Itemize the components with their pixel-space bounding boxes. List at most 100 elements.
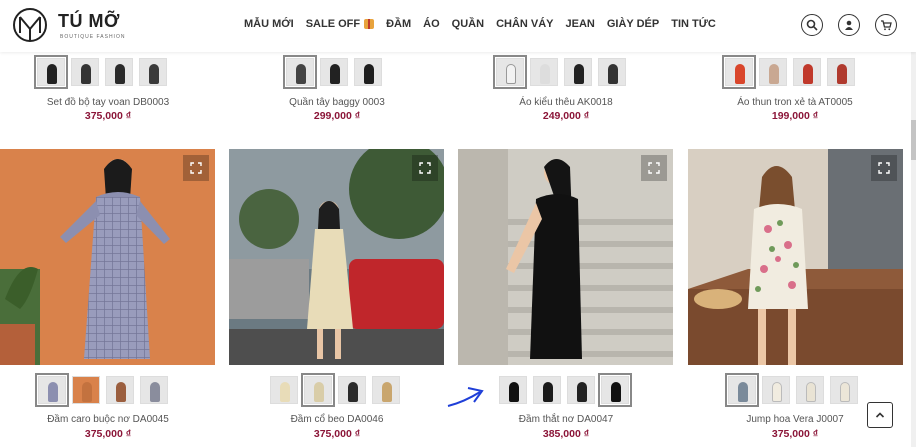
swatch[interactable]	[725, 373, 759, 407]
brand-tagline: BOUTIQUE FASHION	[60, 34, 126, 40]
product-price: 375,000 ₫	[84, 428, 132, 440]
chevron-up-icon	[875, 412, 885, 418]
swatch[interactable]	[105, 58, 133, 86]
swatch[interactable]	[530, 58, 558, 86]
color-swatches	[725, 373, 858, 407]
swatch[interactable]	[72, 376, 100, 404]
nav-label: MẪU MỚI	[244, 18, 294, 30]
swatch[interactable]	[270, 376, 298, 404]
nav-item-quan[interactable]: QUẦN	[452, 18, 484, 30]
brand-logo[interactable]	[12, 5, 48, 45]
nav-label: SALE OFF	[305, 18, 361, 30]
nav-item-mau-moi[interactable]: MẪU MỚI	[244, 18, 294, 30]
swatch[interactable]	[338, 376, 366, 404]
swatch[interactable]	[722, 55, 756, 89]
product-name[interactable]: Đầm cổ beo DA0046	[237, 414, 437, 425]
product-image[interactable]	[229, 149, 444, 365]
cart-icon	[881, 20, 892, 31]
swatch[interactable]	[140, 376, 168, 404]
product-name[interactable]: Đầm thắt nơ DA0047	[466, 414, 666, 425]
swatch[interactable]	[759, 58, 787, 86]
nav-label: ÁO	[423, 18, 440, 30]
user-icon	[845, 20, 853, 30]
swatch[interactable]	[493, 55, 527, 89]
back-to-top-button[interactable]	[867, 402, 893, 428]
swatch[interactable]	[139, 58, 167, 86]
gift-icon	[364, 19, 375, 29]
color-swatches	[283, 55, 382, 89]
swatch[interactable]	[34, 55, 68, 89]
nav-item-jean[interactable]: JEAN	[566, 18, 595, 30]
swatch[interactable]	[283, 55, 317, 89]
nav-label: TIN TỨC	[671, 18, 716, 30]
swatch[interactable]	[567, 376, 595, 404]
expand-button[interactable]	[412, 155, 438, 181]
product-name[interactable]: Jump hoa Vera J0007	[695, 414, 895, 425]
nav-item-giay-dep[interactable]: GIÀY DÉP	[607, 18, 659, 30]
color-swatches	[34, 55, 167, 89]
nav-label: GIÀY DÉP	[606, 18, 660, 30]
swatch[interactable]	[372, 376, 400, 404]
product-image[interactable]	[688, 149, 903, 365]
product-photo	[229, 149, 444, 365]
nav-item-sale-off[interactable]: SALE OFF	[305, 18, 375, 30]
product-name[interactable]: Áo thun tron xẻ tà AT0005	[695, 97, 895, 108]
swatch[interactable]	[796, 376, 824, 404]
swatch[interactable]	[564, 58, 592, 86]
expand-icon	[190, 162, 202, 174]
color-swatches	[722, 55, 855, 89]
main-nav: MẪU MỚI SALE OFF ĐẦM ÁO QUẦN CHÂN VÁY JE…	[244, 18, 728, 30]
cart-button[interactable]	[875, 14, 897, 36]
nav-item-chan-vay[interactable]: CHÂN VÁY	[496, 18, 553, 30]
swatch[interactable]	[793, 58, 821, 86]
brand-name[interactable]: TÚ MỠ	[58, 11, 120, 32]
nav-item-tin-tuc[interactable]: TIN TỨC	[671, 18, 716, 30]
scrollbar-thumb[interactable]	[911, 120, 916, 160]
swatch[interactable]	[598, 373, 632, 407]
color-swatches	[35, 373, 168, 407]
nav-item-dam[interactable]: ĐẦM	[386, 18, 411, 30]
nav-label: JEAN	[565, 18, 595, 30]
product-row-top: Set đồ bộ tay voan DB0003 375,000 ₫ Quần…	[0, 52, 916, 132]
expand-icon	[419, 162, 431, 174]
product-price: 249,000 ₫	[542, 110, 590, 122]
search-button[interactable]	[801, 14, 823, 36]
product-image[interactable]	[458, 149, 673, 365]
swatch[interactable]	[533, 376, 561, 404]
nav-item-ao[interactable]: ÁO	[423, 18, 440, 30]
swatch[interactable]	[827, 58, 855, 86]
account-button[interactable]	[838, 14, 860, 36]
nav-label: QUẦN	[451, 18, 485, 30]
product-photo	[0, 159, 170, 365]
expand-icon	[878, 162, 890, 174]
swatch[interactable]	[320, 58, 348, 86]
product-name[interactable]: Quần tây baggy 0003	[237, 97, 437, 108]
product-price: 375,000 ₫	[313, 428, 361, 440]
color-swatches	[270, 373, 400, 407]
product-name[interactable]: Đầm caro buộc nơ DA0045	[8, 414, 208, 425]
swatch[interactable]	[35, 373, 69, 407]
color-swatches	[499, 373, 632, 407]
page-scrollbar[interactable]	[911, 52, 916, 447]
swatch[interactable]	[598, 58, 626, 86]
expand-button[interactable]	[183, 155, 209, 181]
swatch[interactable]	[830, 376, 858, 404]
expand-icon	[648, 162, 660, 174]
swatch[interactable]	[354, 58, 382, 86]
swatch[interactable]	[301, 373, 335, 407]
product-name[interactable]: Set đồ bộ tay voan DB0003	[8, 97, 208, 108]
swatch[interactable]	[499, 376, 527, 404]
swatch[interactable]	[762, 376, 790, 404]
product-photo	[458, 149, 673, 365]
pointer-arrow-annotation	[447, 387, 484, 407]
expand-button[interactable]	[641, 155, 667, 181]
swatch[interactable]	[106, 376, 134, 404]
search-icon	[806, 19, 818, 31]
nav-label: ĐẦM	[386, 18, 412, 30]
product-image[interactable]	[0, 149, 215, 365]
product-price: 199,000 ₫	[771, 110, 819, 122]
expand-button[interactable]	[871, 155, 897, 181]
product-price: 375,000 ₫	[84, 110, 132, 122]
swatch[interactable]	[71, 58, 99, 86]
product-name[interactable]: Áo kiểu thêu AK0018	[466, 97, 666, 108]
